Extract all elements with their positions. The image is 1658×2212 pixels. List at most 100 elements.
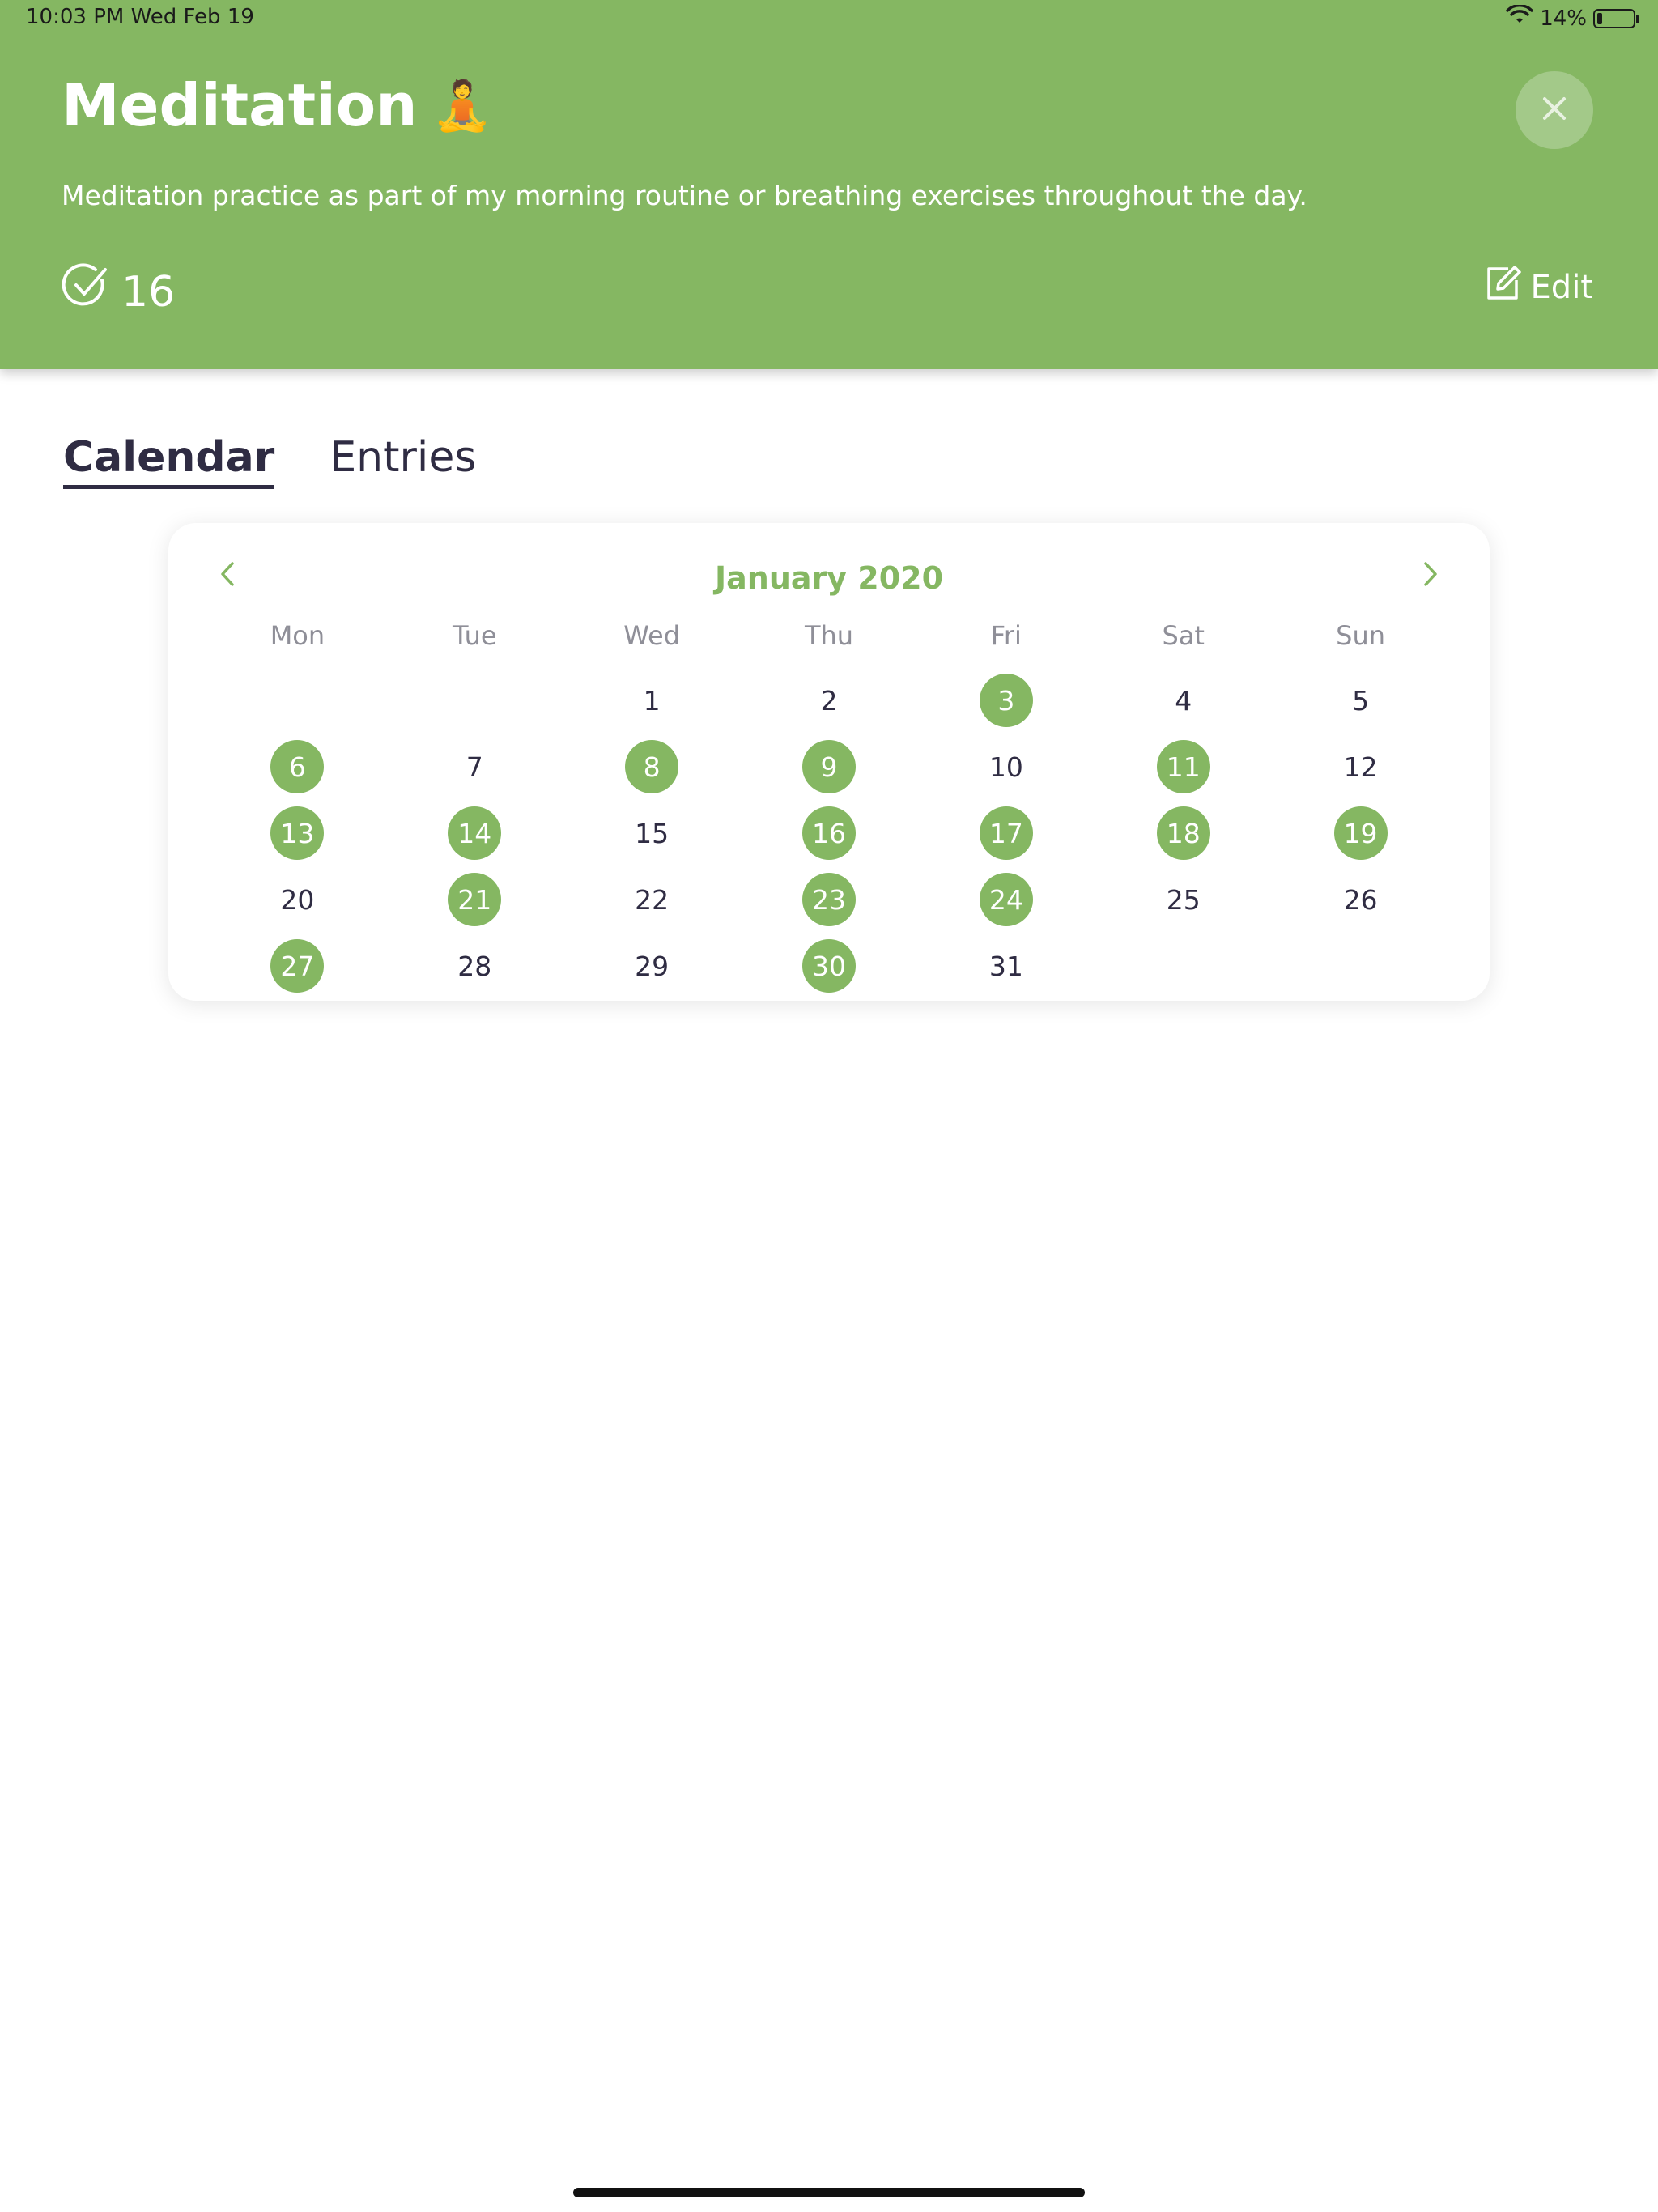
calendar-cell: 15 bbox=[563, 800, 741, 866]
calendar-cell: 6 bbox=[209, 734, 386, 800]
calendar-day-completed[interactable]: 19 bbox=[1333, 806, 1388, 860]
calendar-day-completed[interactable]: 24 bbox=[979, 873, 1033, 926]
completion-count-value: 16 bbox=[121, 267, 176, 317]
calendar-day[interactable]: 22 bbox=[625, 873, 678, 926]
weekday-label: Sat bbox=[1162, 620, 1205, 651]
calendar-cell: 8 bbox=[563, 734, 741, 800]
calendar-blank-cell bbox=[386, 667, 563, 734]
calendar-day-completed[interactable]: 9 bbox=[801, 740, 856, 793]
calendar-day[interactable]: 20 bbox=[270, 873, 324, 926]
calendar-cell: 3 bbox=[917, 667, 1095, 734]
weekday-label: Mon bbox=[270, 620, 325, 651]
weekday-label: Sun bbox=[1336, 620, 1385, 651]
next-month-button[interactable] bbox=[1410, 555, 1451, 596]
calendar-cell: 26 bbox=[1272, 866, 1449, 933]
calendar-day-completed[interactable]: 14 bbox=[448, 806, 502, 860]
calendar-blank-cell bbox=[209, 667, 386, 734]
calendar-day-completed[interactable]: 21 bbox=[448, 873, 502, 926]
calendar-cell: 9 bbox=[741, 734, 918, 800]
calendar-cell: 16 bbox=[741, 800, 918, 866]
tab-calendar[interactable]: Calendar bbox=[63, 433, 275, 489]
calendar-day-completed[interactable]: 23 bbox=[801, 873, 856, 926]
calendar-cell: 22 bbox=[563, 866, 741, 933]
calendar-cell: 19 bbox=[1272, 800, 1449, 866]
calendar-cell: 2 bbox=[741, 667, 918, 734]
calendar-cell: 7 bbox=[386, 734, 563, 800]
calendar-day-completed[interactable]: 8 bbox=[625, 740, 679, 793]
calendar-day-completed[interactable]: 17 bbox=[979, 806, 1033, 860]
status-bar-time: 10:03 PM Wed Feb 19 bbox=[26, 5, 254, 29]
wifi-icon bbox=[1506, 4, 1533, 32]
home-indicator bbox=[573, 2188, 1085, 2197]
calendar-cell: 29 bbox=[563, 933, 741, 999]
calendar-day[interactable]: 2 bbox=[802, 674, 856, 727]
meditation-emoji-icon: 🧘 bbox=[432, 77, 493, 134]
calendar-cell: 27 bbox=[209, 933, 386, 999]
status-bar-right: 14% bbox=[1506, 4, 1639, 32]
calendar-cell: 21 bbox=[386, 866, 563, 933]
calendar-day-completed[interactable]: 3 bbox=[979, 674, 1033, 727]
calendar-cell: 11 bbox=[1095, 734, 1272, 800]
weekday-header: Mon Tue Wed Thu Fri Sat Sun bbox=[168, 620, 1490, 651]
close-icon bbox=[1538, 92, 1571, 128]
calendar-day[interactable]: 15 bbox=[625, 806, 678, 860]
calendar-day[interactable]: 26 bbox=[1334, 873, 1388, 926]
calendar-day[interactable]: 31 bbox=[980, 939, 1033, 993]
calendar-cell: 5 bbox=[1272, 667, 1449, 734]
calendar-cell: 31 bbox=[917, 933, 1095, 999]
view-tabs: Calendar Entries bbox=[63, 433, 476, 489]
calendar-cell: 25 bbox=[1095, 866, 1272, 933]
calendar-day-completed[interactable]: 18 bbox=[1156, 806, 1210, 860]
weekday-label: Tue bbox=[452, 620, 497, 651]
calendar-day-completed[interactable]: 13 bbox=[270, 806, 325, 860]
calendar-day[interactable]: 29 bbox=[625, 939, 678, 993]
calendar-cell: 12 bbox=[1272, 734, 1449, 800]
calendar-day-completed[interactable]: 11 bbox=[1156, 740, 1210, 793]
chevron-right-icon bbox=[1421, 560, 1440, 591]
calendar-cell: 28 bbox=[386, 933, 563, 999]
check-circle-icon bbox=[62, 262, 110, 321]
completion-count: 16 bbox=[62, 262, 175, 321]
weekday-label: Wed bbox=[623, 620, 681, 651]
calendar-day-completed[interactable]: 6 bbox=[270, 740, 325, 793]
calendar-day-grid: 1 2 3 4 5 6 7 8 9 10 11 12 13 14 15 16 17 18 19 20 21 22 23 24 2… bbox=[168, 667, 1490, 999]
calendar-day-completed[interactable]: 16 bbox=[801, 806, 856, 860]
edit-label: Edit bbox=[1530, 269, 1593, 306]
battery-icon bbox=[1593, 8, 1639, 28]
calendar-day-completed[interactable]: 27 bbox=[270, 939, 325, 993]
calendar-day[interactable]: 5 bbox=[1334, 674, 1388, 727]
calendar-cell: 14 bbox=[386, 800, 563, 866]
calendar-day[interactable]: 4 bbox=[1157, 674, 1210, 727]
calendar-cell: 18 bbox=[1095, 800, 1272, 866]
habit-header: 10:03 PM Wed Feb 19 14% Meditation 🧘 Med… bbox=[0, 0, 1658, 369]
weekday-label: Thu bbox=[804, 620, 854, 651]
calendar-cell: 30 bbox=[741, 933, 918, 999]
habit-title: Meditation 🧘 bbox=[62, 71, 492, 139]
calendar-day[interactable]: 12 bbox=[1334, 740, 1388, 793]
battery-percent: 14% bbox=[1540, 6, 1587, 31]
calendar-cell: 23 bbox=[741, 866, 918, 933]
calendar-day[interactable]: 1 bbox=[625, 674, 678, 727]
calendar-cell: 1 bbox=[563, 667, 741, 734]
weekday-label: Fri bbox=[990, 620, 1022, 651]
habit-description: Meditation practice as part of my mornin… bbox=[62, 180, 1307, 211]
tab-entries[interactable]: Entries bbox=[329, 433, 476, 489]
calendar-cell: 13 bbox=[209, 800, 386, 866]
close-button[interactable] bbox=[1516, 71, 1593, 149]
calendar-card: January 2020 Mon Tue Wed Thu Fri Sat Sun… bbox=[168, 523, 1490, 1001]
calendar-day[interactable]: 25 bbox=[1157, 873, 1210, 926]
calendar-day-completed[interactable]: 30 bbox=[801, 939, 856, 993]
edit-icon bbox=[1484, 264, 1523, 311]
edit-button[interactable]: Edit bbox=[1484, 264, 1593, 311]
calendar-cell: 17 bbox=[917, 800, 1095, 866]
calendar-cell: 24 bbox=[917, 866, 1095, 933]
habit-title-text: Meditation bbox=[62, 71, 418, 139]
calendar-day[interactable]: 7 bbox=[448, 740, 501, 793]
battery-level bbox=[1597, 12, 1602, 24]
calendar-cell: 20 bbox=[209, 866, 386, 933]
calendar-month-label: January 2020 bbox=[714, 560, 944, 596]
calendar-day[interactable]: 10 bbox=[980, 740, 1033, 793]
calendar-day[interactable]: 28 bbox=[448, 939, 501, 993]
calendar-cell: 4 bbox=[1095, 667, 1272, 734]
calendar-cell: 10 bbox=[917, 734, 1095, 800]
